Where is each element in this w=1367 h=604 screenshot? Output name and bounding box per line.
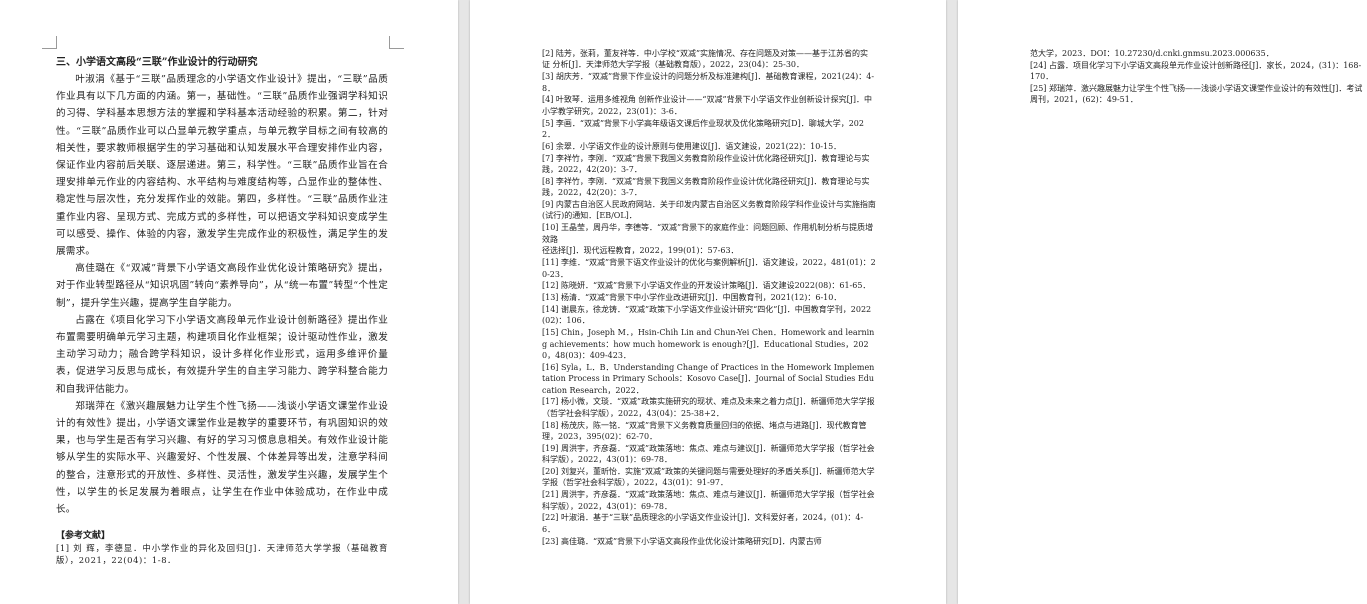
- reference-item-25: [25] 郑瑞萍．激兴趣展魅力让学生个性飞扬——浅谈小学语文课堂作业设计的有效性…: [1030, 84, 1363, 105]
- body-paragraph-4: 郑瑞萍在《激兴趣展魅力让学生个性飞扬——浅谈小学语文课堂作业设计的有效性》提出，…: [56, 400, 388, 516]
- reference-item-6: [6] 余翠．小学语文作业的设计原则与使用建议[J]．语文建设，2021(22)…: [542, 141, 842, 151]
- reference-item-16: [16] Syla，L．B．Understanding Change of Pr…: [542, 362, 875, 395]
- reference-item-24: [24] 占露．项目化学习下小学语文高段单元作业设计创新路径[J]．家长，202…: [1030, 60, 1362, 82]
- page-3-content[interactable]: 范大学，2023．DOI：10.27230/d.cnki.gnmsu.2023.…: [1030, 48, 1364, 106]
- reference-item-11: [11] 李维．“双减”背景下语文作业设计的优化与案例解析[J]．语文建设，20…: [542, 258, 876, 279]
- reference-item-10-continued: 径选择[J]．现代远程教育，2022，199(01)：57-63．: [542, 246, 739, 256]
- references-heading: 【参考文献】: [56, 531, 111, 542]
- crop-mark-top-left: [42, 36, 57, 49]
- reference-item-12: [12] 陈晓妍．“双减”背景下小学语文作业的开发设计策略[J]．语文建设202…: [542, 281, 871, 291]
- reference-item-20: [20] 刘复兴，董昕怡．实施“双减”政策的关键问题与需要处理好的矛盾关系[J]…: [542, 467, 875, 488]
- crop-mark-top-right: [389, 36, 404, 49]
- reference-item-21: [21] 周洪宇，齐彦磊．“双减”政策落地：焦点、难点与建议[J]．新疆师范大学…: [542, 490, 875, 511]
- body-paragraph-1: 叶淑涓《基于“三联”品质理念的小学语文作业设计》提出，“三联”品质作业具有以下几…: [56, 74, 388, 258]
- reference-item-9: [9] 内蒙古自治区人民政府网站．关于印发内蒙古自治区义务教育阶段学科作业设计与…: [542, 200, 876, 221]
- reference-item-1: [1] 刘 辉，李德显．中小学作业的异化及回归[J]．天津师范大学学报（基础教育…: [56, 543, 388, 565]
- document-page-1: 三、小学语文高段“三联”作业设计的行动研究 叶淑涓《基于“三联”品质理念的小学语…: [0, 0, 458, 604]
- reference-item-22: [22] 叶淑涓．基于“三联”品质理念的小学语文作业设计[J]．文科爱好者，20…: [542, 513, 864, 534]
- reference-item-8: [8] 李祥竹，李刚．“双减”背景下我国义务教育阶段作业设计优化路径研究[J]．…: [542, 176, 870, 198]
- reference-item-3: [3] 胡庆芳．“双减”背景下作业设计的问题分析及标准建构[J]．基础教育课程，…: [542, 72, 875, 93]
- reference-item-14: [14] 谢晨东，徐龙铸．“双减”政策下小学语文作业设计研究“四化”[J]．中国…: [542, 305, 872, 326]
- section-heading: 三、小学语文高段“三联”作业设计的行动研究: [56, 57, 258, 68]
- reference-item-17: [17] 杨小微，文琰．“双减”政策实施研究的现状、难点及未来之着力点[J]．新…: [542, 397, 875, 418]
- reference-item-4: [4] 叶致琴．运用多维视角 创新作业设计——“双减”背景下小学语文作业创新设计…: [542, 95, 873, 116]
- reference-item-10: [10] 王晶莹，周丹华，李德等．“双减”背景下的家庭作业：问题回顾、作用机制分…: [542, 223, 874, 244]
- body-paragraph-2: 高佳璐在《“双减”背景下小学语文高段作业优化设计策略研究》提出，对于作业转型路径…: [56, 263, 388, 309]
- reference-item-18: [18] 杨茂庆，陈一铭．“双减”背景下义务教育质量回归的依据、堵点与进路[J]…: [542, 420, 867, 442]
- page-2-content[interactable]: [2] 陆芳，张莉，董友祥等．中小学校“双减”实施情况、存在问题及对策——基于江…: [542, 48, 876, 547]
- reference-item-13: [13] 杨清．“双减”背景下中小学作业改进研究[J]．中国教育刊，2021(1…: [542, 293, 842, 303]
- reference-item-7: [7] 李祥竹，李刚．“双减”背景下我国义务教育阶段作业设计优化路径研究[J]．…: [542, 153, 870, 175]
- reference-item-23: [23] 高佳璐．“双减”背景下小学语文高段作业优化设计策略研究[D]．内蒙古师: [542, 536, 822, 546]
- page-1-content[interactable]: 三、小学语文高段“三联”作业设计的行动研究 叶淑涓《基于“三联”品质理念的小学语…: [56, 55, 388, 567]
- document-page-3: 范大学，2023．DOI：10.27230/d.cnki.gnmsu.2023.…: [958, 0, 1367, 604]
- reference-item-23-continued: 范大学，2023．DOI：10.27230/d.cnki.gnmsu.2023.…: [1030, 49, 1274, 58]
- body-paragraph-3: 占露在《项目化学习下小学语文高段单元作业设计创新路径》提出作业布置需要明确单元学…: [56, 314, 388, 395]
- reference-item-2: [2] 陆芳，张莉，董友祥等．中小学校“双减”实施情况、存在问题及对策——基于江…: [542, 49, 869, 70]
- document-page-2: [2] 陆芳，张莉，董友祥等．中小学校“双减”实施情况、存在问题及对策——基于江…: [470, 0, 946, 604]
- reference-item-19: [19] 周洪宇，齐彦磊．“双减”政策落地：焦点、难点与建议[J]．新疆师范大学…: [542, 443, 875, 465]
- reference-item-15: [15] Chin，Joseph M．，Hsin-Chih Lin and Ch…: [542, 328, 875, 361]
- reference-item-5: [5] 李画．“双减”背景下小学高年级语文课后作业现状及优化策略研究[D]．聊城…: [542, 118, 864, 140]
